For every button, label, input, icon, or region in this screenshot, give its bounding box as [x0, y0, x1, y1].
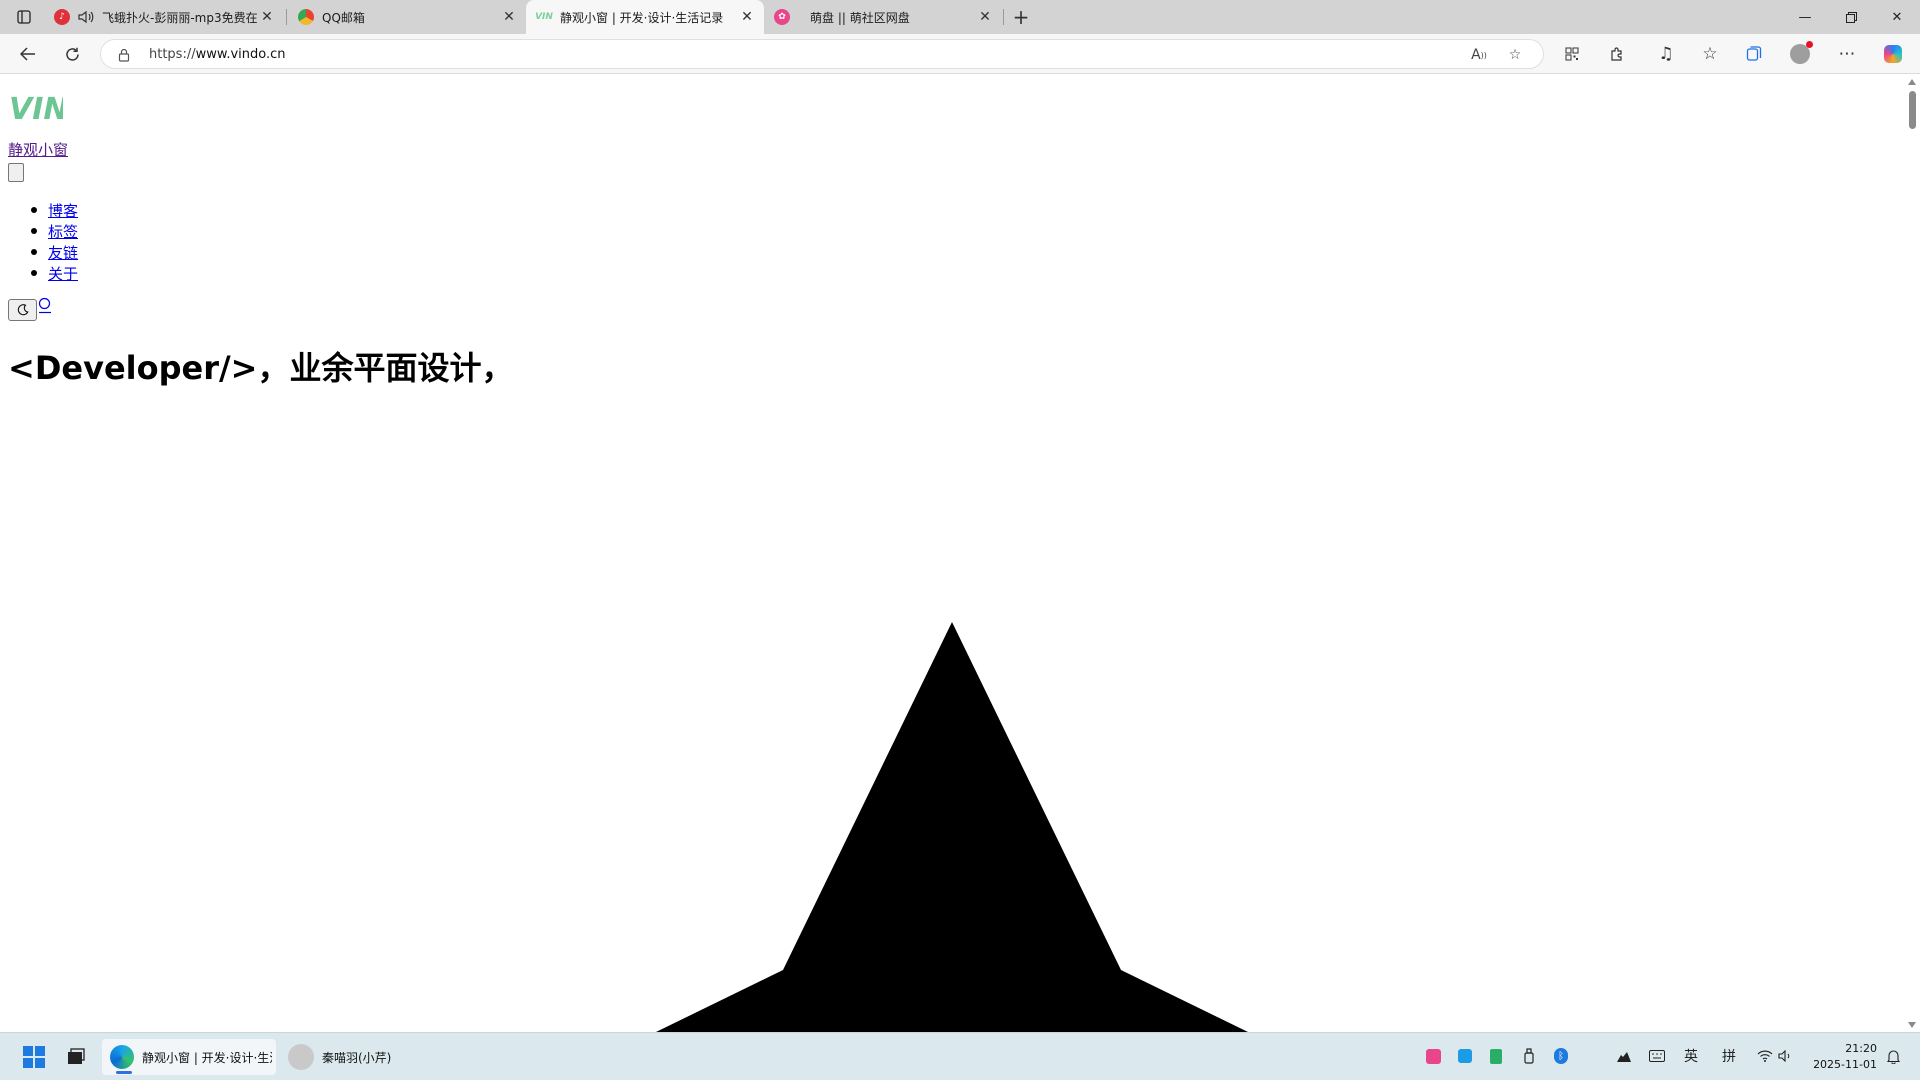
taskbar: 静观小窗 | 开发·设计·生活 秦喵羽(小芹) ᛒ 英 拼 21:20 2025… [0, 1032, 1920, 1080]
start-button[interactable] [16, 1039, 52, 1075]
taskbar-app-chat[interactable]: 秦喵羽(小芹) [284, 1039, 404, 1075]
tab-title: 飞蛾扑火-彭丽丽-mp3免费在 [102, 10, 258, 25]
copilot-icon[interactable] [1878, 40, 1908, 68]
page-scrollbar[interactable] [1905, 75, 1920, 1032]
read-aloud-icon[interactable]: A)) [1468, 44, 1490, 66]
window-controls: — ✕ [1782, 0, 1920, 34]
close-window-icon[interactable]: ✕ [1874, 0, 1920, 34]
media-control-icon[interactable]: ♫ [1651, 40, 1681, 68]
more-options-icon[interactable]: ⋯ [1832, 40, 1862, 68]
new-tab-button[interactable]: + [1008, 5, 1034, 29]
tab-title: 萌盘 || 萌社区网盘 [810, 10, 910, 25]
profile-avatar-icon[interactable] [1785, 40, 1815, 68]
scroll-up-icon[interactable] [1908, 79, 1916, 85]
taskbar-app-label: 秦喵羽(小芹) [322, 1050, 392, 1065]
ime-mode-indicator[interactable]: 拼 [1720, 1047, 1738, 1065]
back-icon[interactable] [13, 40, 43, 68]
user-avatar-icon [288, 1044, 314, 1070]
clock-date: 2025-11-01 [1813, 1058, 1877, 1071]
keyboard-icon[interactable] [1648, 1047, 1666, 1065]
active-app-indicator [116, 1071, 132, 1074]
taskbar-app-browser[interactable]: 静观小窗 | 开发·设计·生活 [102, 1039, 276, 1075]
tab-vindo[interactable]: VIN 静观小窗 | 开发·设计·生活记录 ✕ [526, 0, 764, 34]
clock-time: 21:20 [1845, 1042, 1877, 1055]
scrollbar-thumb[interactable] [1909, 91, 1916, 129]
tab-qq-mail[interactable]: QQ邮箱 ✕ [288, 0, 526, 34]
music-favicon-icon: ♪ [54, 9, 70, 25]
tab-title: 静观小窗 | 开发·设计·生活记录 [560, 10, 724, 25]
tab-music[interactable]: ♪ 飞蛾扑火-彭丽丽-mp3免费在 ✕ [44, 0, 284, 34]
tab-divider [286, 9, 287, 25]
taskbar-app-label: 静观小窗 | 开发·设计·生活 [142, 1050, 272, 1065]
refresh-icon[interactable] [57, 40, 87, 68]
url-scheme: https:// [149, 47, 196, 62]
mengpan-favicon-icon: ✿ [774, 9, 790, 25]
decorative-mountain-shape [656, 622, 1248, 1032]
favorite-star-icon[interactable]: ☆ [1504, 44, 1526, 66]
qq-mail-favicon-icon [298, 9, 314, 25]
tray-app-pink-icon[interactable] [1424, 1047, 1442, 1065]
web-page: VIN 静观小窗 博客 标签 友链 关于 <Developer/>，业余平面设计… [0, 75, 1905, 1032]
tray-app-wechat-icon[interactable] [1487, 1047, 1505, 1065]
bluetooth-icon[interactable]: ᛒ [1552, 1047, 1570, 1065]
scroll-down-icon[interactable] [1908, 1022, 1916, 1028]
close-tab-icon[interactable]: ✕ [738, 8, 756, 26]
minimize-icon[interactable]: — [1782, 0, 1828, 34]
notification-bell-icon[interactable] [1884, 1047, 1902, 1065]
address-bar[interactable]: https://www.vindo.cn A)) ☆ [100, 39, 1544, 69]
task-view-button[interactable] [58, 1039, 94, 1075]
tab-strip: ♪ 飞蛾扑火-彭丽丽-mp3免费在 ✕ QQ邮箱 ✕ VIN 静观小窗 | 开发… [0, 0, 1920, 34]
close-tab-icon[interactable]: ✕ [258, 8, 276, 26]
tab-title: QQ邮箱 [322, 10, 365, 25]
system-clock[interactable]: 21:20 2025-11-01 [1813, 1041, 1877, 1073]
edge-icon [110, 1045, 134, 1069]
close-tab-icon[interactable]: ✕ [976, 8, 994, 26]
lock-icon[interactable] [117, 47, 131, 62]
close-tab-icon[interactable]: ✕ [500, 8, 518, 26]
restore-icon[interactable] [1828, 0, 1874, 34]
favorites-icon[interactable]: ☆ [1695, 40, 1725, 68]
vin-favicon-icon: VIN [535, 12, 553, 22]
wifi-icon[interactable] [1756, 1047, 1774, 1065]
tab-actions-icon[interactable] [10, 5, 38, 29]
network-drive-icon[interactable] [1615, 1047, 1633, 1065]
usb-device-icon[interactable] [1520, 1047, 1538, 1065]
tab-mengpan[interactable]: ✿ 萌盘 || 萌社区网盘 ✕ [764, 0, 1002, 34]
browser-toolbar: https://www.vindo.cn A)) ☆ ♫ ☆ ⋯ [0, 34, 1920, 74]
url-host: www.vindo.cn [195, 47, 286, 62]
ime-language-indicator[interactable]: 英 [1682, 1047, 1700, 1065]
url-text[interactable]: https://www.vindo.cn [149, 47, 286, 62]
windows-logo-icon [23, 1046, 45, 1068]
collections-icon[interactable] [1739, 40, 1769, 68]
speaker-icon[interactable] [78, 10, 94, 24]
volume-icon[interactable] [1776, 1047, 1794, 1065]
qr-code-icon[interactable] [1557, 40, 1587, 68]
extensions-icon[interactable] [1602, 40, 1632, 68]
tab-divider [1003, 9, 1004, 25]
task-view-icon [68, 1048, 85, 1064]
tray-app-feishu-icon[interactable] [1456, 1047, 1474, 1065]
